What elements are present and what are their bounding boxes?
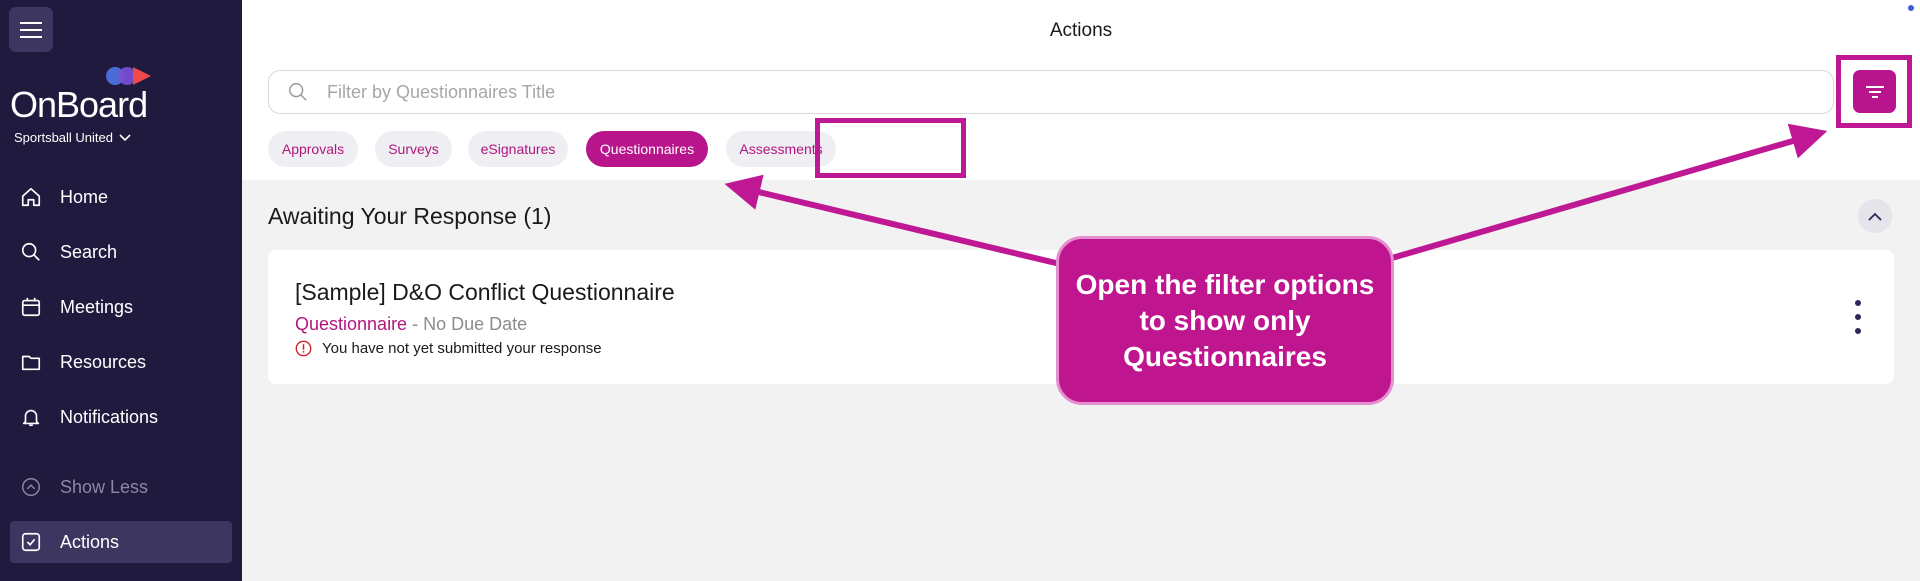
home-icon xyxy=(21,187,41,207)
calendar-icon xyxy=(21,297,41,317)
search-icon xyxy=(287,81,309,103)
filter-button[interactable] xyxy=(1853,70,1896,113)
sidebar-item-show-less[interactable]: Show Less xyxy=(10,466,232,508)
sidebar-item-label: Meetings xyxy=(60,296,134,317)
menu-icon xyxy=(20,21,42,38)
filter-icon xyxy=(1865,85,1884,98)
sidebar-item-label: Resources xyxy=(60,351,147,372)
org-name: Sportsball United xyxy=(14,130,113,145)
page-title: Actions xyxy=(1049,20,1113,41)
status-dot xyxy=(1908,5,1914,11)
sidebar-item-label: Actions xyxy=(60,531,120,552)
sidebar-item-resources[interactable]: Resources xyxy=(10,341,232,383)
sidebar-item-search[interactable]: Search xyxy=(10,231,232,273)
sidebar-item-notifications[interactable]: Notifications xyxy=(10,396,232,438)
tab-approvals[interactable]: Approvals xyxy=(268,131,358,167)
chevron-up-circle-icon xyxy=(22,478,40,496)
card-due-date: No Due Date xyxy=(423,314,528,334)
tab-questionnaires[interactable]: Questionnaires xyxy=(586,131,708,167)
sidebar-item-label: Home xyxy=(60,186,109,207)
sidebar-item-actions[interactable]: Actions xyxy=(10,521,232,563)
card-warning: You have not yet submitted your response xyxy=(295,340,602,357)
onboard-logo: OnBoard xyxy=(10,66,210,125)
check-square-icon xyxy=(21,532,41,552)
folder-icon xyxy=(21,355,41,371)
card-title[interactable]: [Sample] D&O Conflict Questionnaire xyxy=(295,279,675,306)
chevron-up-icon xyxy=(1868,212,1882,221)
filter-button-highlight xyxy=(1836,55,1912,128)
instruction-callout: Open the filter options to show only Que… xyxy=(1056,236,1394,405)
sidebar-item-home[interactable]: Home xyxy=(10,176,232,218)
card-separator: - xyxy=(407,314,424,334)
sidebar-item-label: Show Less xyxy=(60,476,149,497)
sidebar-item-label: Notifications xyxy=(60,406,159,427)
sidebar-item-label: Search xyxy=(60,241,118,262)
sidebar: OnBoard Sportsball United Home Search Me… xyxy=(0,0,242,581)
tab-esignatures[interactable]: eSignatures xyxy=(468,131,568,167)
chevron-down-icon xyxy=(119,133,131,141)
logo-mark-icon xyxy=(106,67,151,85)
logo-text: OnBoard xyxy=(10,84,148,125)
org-selector[interactable]: Sportsball United xyxy=(14,130,131,145)
alert-icon xyxy=(295,340,312,357)
warning-text: You have not yet submitted your response xyxy=(322,340,602,357)
tab-surveys[interactable]: Surveys xyxy=(375,131,452,167)
sidebar-item-meetings[interactable]: Meetings xyxy=(10,286,232,328)
search-icon xyxy=(21,242,40,261)
collapse-section-button[interactable] xyxy=(1858,199,1892,233)
more-options-icon[interactable] xyxy=(1848,300,1868,334)
hamburger-menu-button[interactable] xyxy=(9,7,53,52)
card-meta: Questionnaire - No Due Date xyxy=(295,314,527,335)
card-type: Questionnaire xyxy=(295,314,408,334)
bell-icon xyxy=(22,409,40,427)
search-bar[interactable] xyxy=(268,70,1834,114)
tab-highlight-box xyxy=(815,118,966,178)
section-title: Awaiting Your Response (1) xyxy=(268,203,552,229)
search-input[interactable] xyxy=(327,81,1833,103)
header: Actions Approvals Surveys eSignatures Qu… xyxy=(242,0,1920,180)
